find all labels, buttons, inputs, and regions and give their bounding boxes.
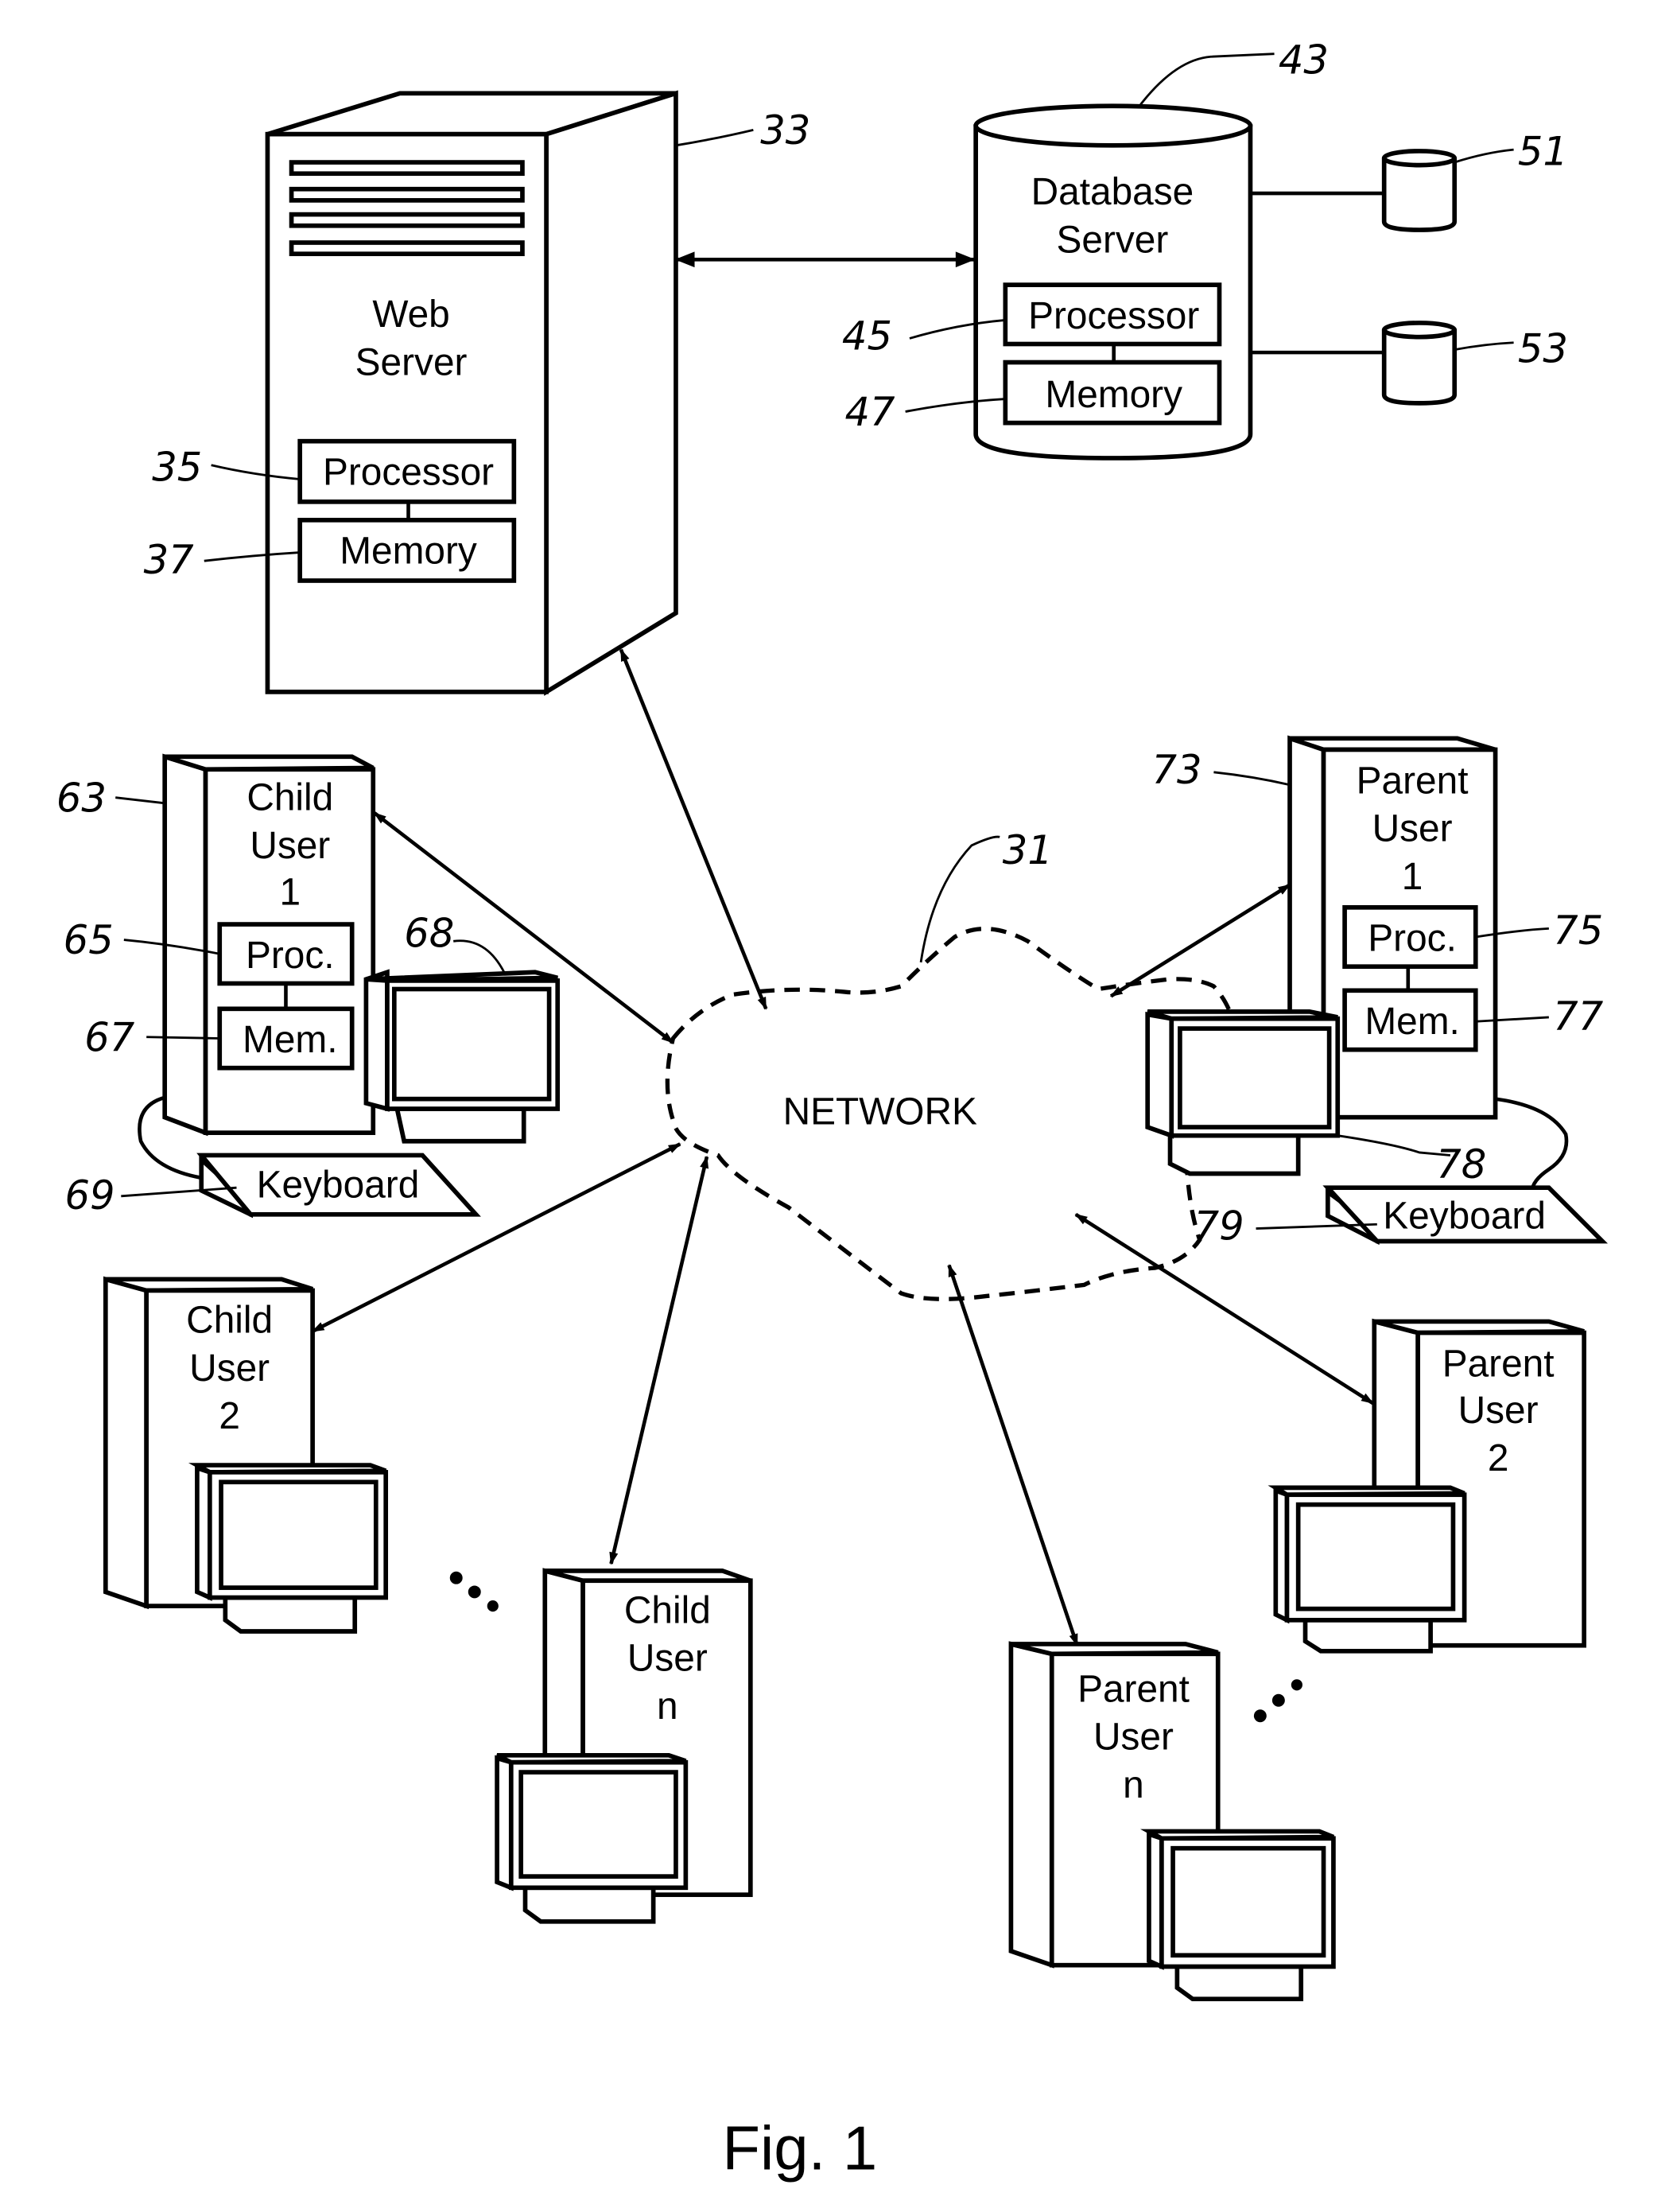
- system-diagram: Web Server Processor Memory 33 35 37 Dat…: [56, 37, 1608, 2183]
- parent1-keyboard-label: Keyboard: [1383, 1195, 1546, 1238]
- db-ref: 43: [1279, 37, 1329, 84]
- parent1-mem-ref: 77: [1553, 993, 1604, 1040]
- child1-mem-label: Mem.: [243, 1019, 338, 1061]
- parent1-monitor-ref: 78: [1436, 1141, 1486, 1188]
- child1-ref: 63: [56, 775, 107, 821]
- parentn-monitor: [1140, 1829, 1336, 2002]
- parent1-keyboard-cable: [1495, 1097, 1569, 1192]
- child1-mem-ref-leader: [146, 1036, 220, 1040]
- web-network-arrow: [619, 648, 768, 1010]
- storage-51-ref-leader: [1454, 148, 1514, 164]
- parent1-line3: 1: [1402, 856, 1423, 898]
- parentn-line1: Parent: [1077, 1669, 1190, 1711]
- parent1-mem-label: Mem.: [1365, 1001, 1460, 1043]
- network-label: NETWORK: [783, 1091, 977, 1133]
- storage-53-ref: 53: [1518, 326, 1568, 372]
- database-server: Database Server Processor Memory 43 45 4…: [842, 37, 1568, 461]
- db-memory-label: Memory: [1045, 374, 1182, 416]
- child2-line2: User: [189, 1347, 270, 1390]
- parentn-line3: n: [1123, 1764, 1144, 1806]
- child1-proc-label: Proc.: [246, 935, 335, 977]
- child1-monitor-ref-leader: [453, 939, 506, 973]
- child2-line3: 2: [219, 1395, 240, 1437]
- child1-mem-ref: 67: [84, 1014, 135, 1060]
- web-processor-ref: 35: [152, 444, 202, 490]
- storage-drive-53: [1381, 321, 1458, 406]
- web-server-memory-label: Memory: [340, 531, 477, 573]
- child1-proc-ref: 65: [64, 917, 114, 963]
- parent2-line1: Parent: [1442, 1343, 1555, 1385]
- web-server-side-face: [544, 90, 678, 696]
- db-ref-leader: [1139, 52, 1275, 106]
- network-ref: 31: [1003, 827, 1053, 873]
- child1-line3: 1: [279, 871, 301, 913]
- parent1-line1: Parent: [1357, 760, 1469, 802]
- parentn-tower-side: [1008, 1641, 1054, 1969]
- parent1-ref-leader: [1213, 771, 1291, 787]
- parent-user-n: Parent User n: [1008, 1641, 1336, 2002]
- child1-keyboard-ref: 69: [64, 1172, 115, 1219]
- db-cylinder-top: [973, 103, 1253, 148]
- web-server-ref-leader: [675, 128, 754, 147]
- child2-line1: Child: [186, 1300, 273, 1342]
- db-title-line1: Database: [1031, 171, 1194, 213]
- parent1-proc-label: Proc.: [1368, 918, 1457, 960]
- parent1-network-arrow: [1109, 883, 1291, 998]
- child1-line2: User: [250, 825, 330, 867]
- parent1-ref: 73: [1151, 747, 1201, 793]
- parentn-network-arrow: [947, 1264, 1079, 1647]
- child1-keyboard-label: Keyboard: [257, 1164, 420, 1207]
- parentn-line2: User: [1093, 1716, 1174, 1759]
- web-server-ref: 33: [760, 107, 810, 154]
- parent1-proc-ref: 75: [1553, 908, 1603, 954]
- childn-line3: n: [657, 1685, 678, 1728]
- db-processor-label: Processor: [1028, 295, 1199, 337]
- parent1-monitor-ref-leader: [1337, 1134, 1451, 1157]
- db-processor-ref: 45: [842, 313, 892, 360]
- child1-ref-leader: [115, 796, 165, 805]
- db-memory-ref: 47: [844, 389, 895, 435]
- parent1-line2: User: [1372, 808, 1453, 850]
- web-server: Web Server Processor Memory 33 35 37: [144, 90, 810, 696]
- child1-line1: Child: [247, 777, 333, 819]
- storage-53-ref-leader: [1454, 341, 1514, 351]
- child-user-n: Child User n: [495, 1568, 753, 1924]
- db-title-line2: Server: [1057, 219, 1169, 261]
- parent1-keyboard-ref: 79: [1194, 1203, 1244, 1250]
- child2-monitor: [188, 1463, 389, 1634]
- parent1-monitor: [1145, 1009, 1341, 1176]
- childn-network-arrow: [609, 1155, 709, 1565]
- parent2-line2: User: [1458, 1390, 1539, 1432]
- storage-51-ref: 51: [1518, 129, 1568, 175]
- parent2-line3: 2: [1488, 1437, 1509, 1479]
- childn-line2: User: [627, 1638, 708, 1680]
- child2-tower-side: [103, 1276, 149, 1610]
- child-user-1: Child User 1 Proc. Mem. 68 Keyboard 63 6…: [56, 753, 561, 1219]
- web-server-title-line1: Web: [372, 294, 449, 336]
- web-memory-ref: 37: [144, 537, 195, 583]
- storage-drive-51: [1381, 149, 1458, 232]
- child-ellipsis: [449, 1571, 499, 1612]
- web-server-processor-label: Processor: [323, 452, 494, 494]
- figure-caption: Fig. 1: [722, 2113, 877, 2183]
- child-user-2: Child User 2: [103, 1276, 389, 1634]
- web-server-title-line2: Server: [355, 341, 468, 383]
- child1-monitor: [363, 969, 561, 1144]
- childn-line1: Child: [624, 1589, 711, 1631]
- parent-ellipsis: [1253, 1679, 1302, 1723]
- child1-monitor-ref: 68: [404, 910, 454, 956]
